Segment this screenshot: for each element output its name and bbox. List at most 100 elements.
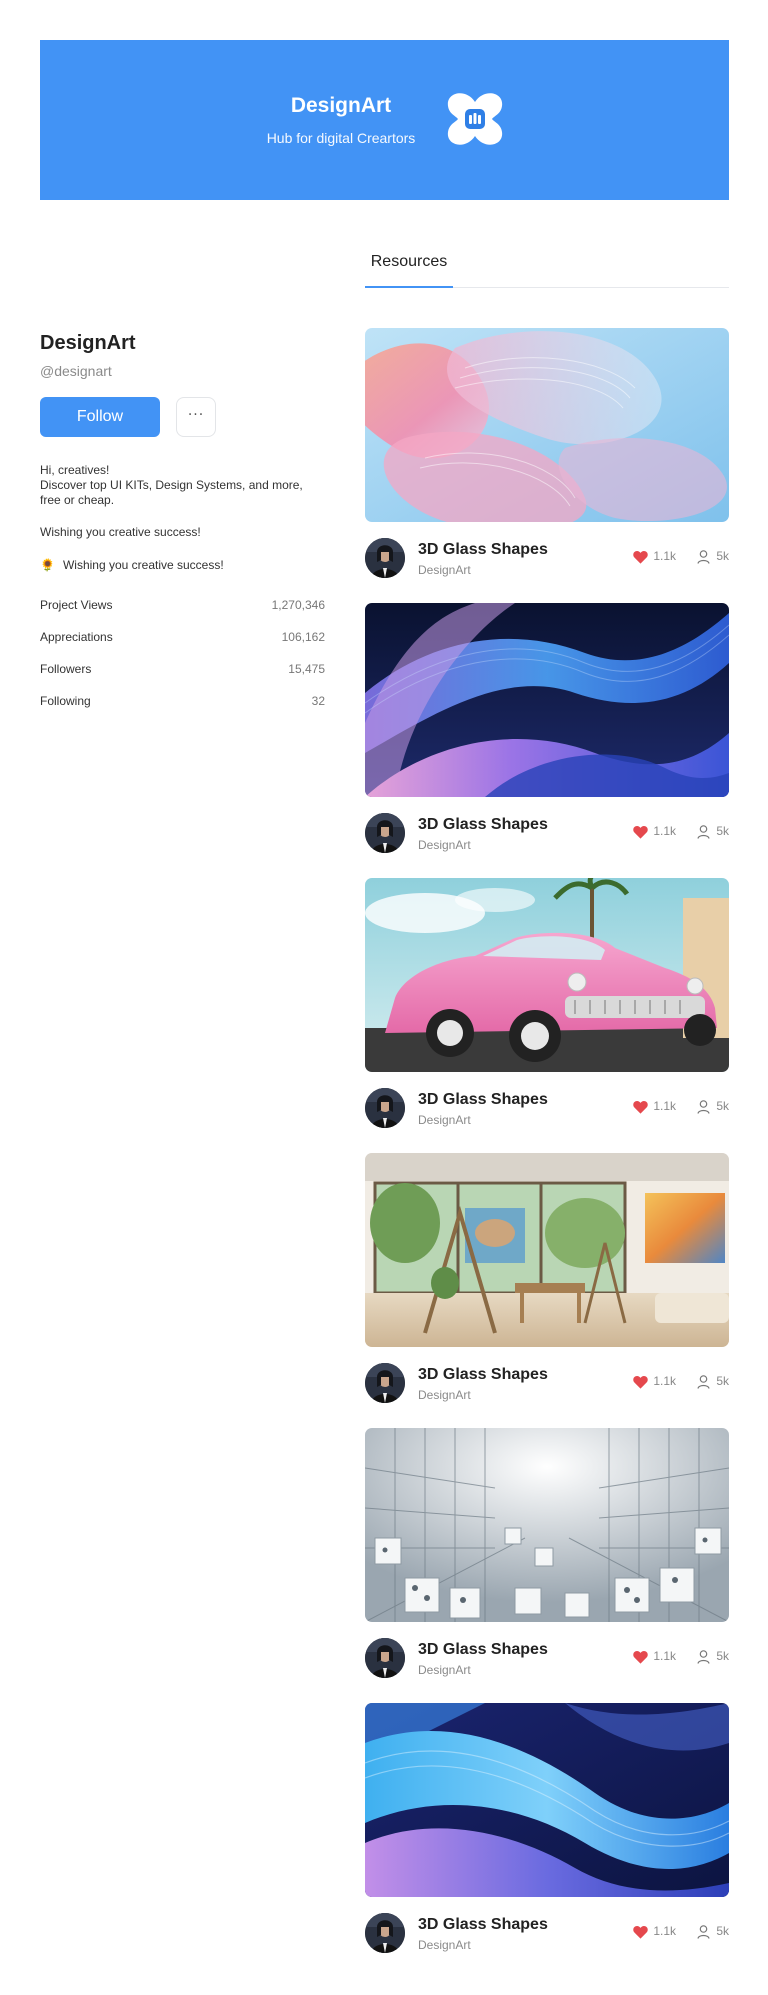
user-icon <box>697 1374 710 1389</box>
card-thumbnail[interactable] <box>365 878 729 1072</box>
resource-card[interactable]: 3D Glass Shapes DesignArt 1.1k 5k <box>365 1153 729 1428</box>
author-avatar[interactable] <box>365 813 405 853</box>
stat-value: 15,475 <box>288 662 325 676</box>
card-views: 5k <box>697 549 729 564</box>
card-likes[interactable]: 1.1k <box>633 824 676 839</box>
stat-label: Project Views <box>40 598 113 612</box>
user-icon <box>697 1924 710 1939</box>
card-meta: 3D Glass Shapes DesignArt 1.1k 5k <box>365 1638 729 1680</box>
card-thumbnail[interactable] <box>365 1428 729 1622</box>
card-meta: 3D Glass Shapes DesignArt 1.1k 5k <box>365 1913 729 1955</box>
card-views: 5k <box>697 1099 729 1114</box>
user-icon <box>697 1649 710 1664</box>
stat-label: Appreciations <box>40 630 113 644</box>
likes-count: 1.1k <box>653 1099 676 1113</box>
profile-actions: Follow ··· <box>40 397 325 437</box>
author-avatar[interactable] <box>365 1088 405 1128</box>
resources-grid: 3D Glass Shapes DesignArt 1.1k 5k 3D Gla… <box>365 328 729 1978</box>
card-thumbnail[interactable] <box>365 1153 729 1347</box>
card-likes[interactable]: 1.1k <box>633 1924 676 1939</box>
bio-greeting: Hi, creatives! <box>40 463 110 477</box>
card-title[interactable]: 3D Glass Shapes <box>418 1640 548 1660</box>
stat-following: Following 32 <box>40 694 325 726</box>
views-count: 5k <box>716 549 729 563</box>
card-title[interactable]: 3D Glass Shapes <box>418 1365 548 1385</box>
card-meta: 3D Glass Shapes DesignArt 1.1k 5k <box>365 1363 729 1405</box>
likes-count: 1.1k <box>653 1649 676 1663</box>
heart-icon <box>633 825 649 839</box>
views-count: 5k <box>716 824 729 838</box>
stat-value: 32 <box>311 694 325 708</box>
stat-label: Following <box>40 694 91 708</box>
resource-card[interactable]: 3D Glass Shapes DesignArt 1.1k 5k <box>365 1703 729 1978</box>
stat-value: 106,162 <box>281 630 325 644</box>
likes-count: 1.1k <box>653 1924 676 1938</box>
banner-text: DesignArt Hub for digital Creartors <box>40 93 642 148</box>
card-thumbnail[interactable] <box>365 603 729 797</box>
designart-logo-icon <box>447 93 503 145</box>
follow-button[interactable]: Follow <box>40 397 160 437</box>
heart-icon <box>633 1925 649 1939</box>
card-views: 5k <box>697 1924 729 1939</box>
card-likes[interactable]: 1.1k <box>633 1099 676 1114</box>
resource-card[interactable]: 3D Glass Shapes DesignArt 1.1k 5k <box>365 328 729 603</box>
card-title[interactable]: 3D Glass Shapes <box>418 540 548 560</box>
heart-icon <box>633 1375 649 1389</box>
card-views: 5k <box>697 1649 729 1664</box>
card-author[interactable]: DesignArt <box>418 563 471 578</box>
author-avatar[interactable] <box>365 538 405 578</box>
views-count: 5k <box>716 1099 729 1113</box>
likes-count: 1.1k <box>653 824 676 838</box>
resource-card[interactable]: 3D Glass Shapes DesignArt 1.1k 5k <box>365 603 729 878</box>
card-author[interactable]: DesignArt <box>418 1663 471 1678</box>
heart-icon <box>633 550 649 564</box>
tab-resources[interactable]: Resources <box>365 246 453 288</box>
resource-card[interactable]: 3D Glass Shapes DesignArt 1.1k 5k <box>365 878 729 1153</box>
profile-name: DesignArt <box>40 332 136 354</box>
card-author[interactable]: DesignArt <box>418 1388 471 1403</box>
tab-bar: Resources <box>365 246 729 288</box>
card-author[interactable]: DesignArt <box>418 1938 471 1953</box>
likes-count: 1.1k <box>653 549 676 563</box>
author-avatar[interactable] <box>365 1363 405 1403</box>
profile-panel: DesignArt @designart Follow ··· Hi, crea… <box>40 330 325 726</box>
sunflower-icon: 🌻 <box>40 558 55 572</box>
user-icon <box>697 1099 710 1114</box>
card-thumbnail[interactable] <box>365 328 729 522</box>
profile-stats: Project Views 1,270,346 Appreciations 10… <box>40 598 325 726</box>
card-views: 5k <box>697 1374 729 1389</box>
author-avatar[interactable] <box>365 1913 405 1953</box>
views-count: 5k <box>716 1924 729 1938</box>
user-icon <box>697 549 710 564</box>
bio-wish-text: Wishing you creative success! <box>62 558 224 572</box>
profile-handle: @designart <box>40 363 112 379</box>
stat-value: 1,270,346 <box>271 598 325 612</box>
views-count: 5k <box>716 1649 729 1663</box>
heart-icon <box>633 1100 649 1114</box>
user-icon <box>697 824 710 839</box>
more-options-button[interactable]: ··· <box>176 397 216 437</box>
header-banner: DesignArt Hub for digital Creartors <box>40 40 729 200</box>
profile-bio: Hi, creatives! Discover top UI KITs, Des… <box>40 463 325 508</box>
banner-subtitle: Hub for digital Creartors <box>266 130 416 146</box>
stat-label: Followers <box>40 662 92 676</box>
card-likes[interactable]: 1.1k <box>633 1374 676 1389</box>
card-title[interactable]: 3D Glass Shapes <box>418 1090 548 1110</box>
card-title[interactable]: 3D Glass Shapes <box>418 815 548 835</box>
bio-wish-with-emoji: 🌻 Wishing you creative success! <box>40 558 325 573</box>
author-avatar[interactable] <box>365 1638 405 1678</box>
card-meta: 3D Glass Shapes DesignArt 1.1k 5k <box>365 1088 729 1130</box>
stat-project-views: Project Views 1,270,346 <box>40 598 325 630</box>
heart-icon <box>633 1650 649 1664</box>
card-likes[interactable]: 1.1k <box>633 549 676 564</box>
views-count: 5k <box>716 1374 729 1388</box>
card-thumbnail[interactable] <box>365 1703 729 1897</box>
card-likes[interactable]: 1.1k <box>633 1649 676 1664</box>
card-author[interactable]: DesignArt <box>418 838 471 853</box>
resource-card[interactable]: 3D Glass Shapes DesignArt 1.1k 5k <box>365 1428 729 1703</box>
card-author[interactable]: DesignArt <box>418 1113 471 1128</box>
bio-description: Discover top UI KITs, Design Systems, an… <box>40 478 303 507</box>
banner-title: DesignArt <box>290 94 392 117</box>
card-title[interactable]: 3D Glass Shapes <box>418 1915 548 1935</box>
bio-wish: Wishing you creative success! <box>40 525 201 539</box>
